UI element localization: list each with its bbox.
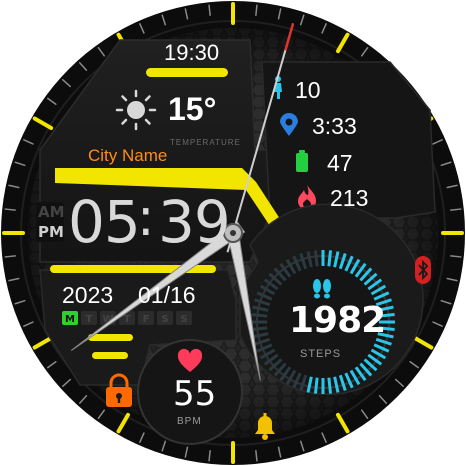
bezel-minor-tick <box>208 450 211 462</box>
clock-minutes: 39 <box>158 188 231 256</box>
calories-value: 213 <box>330 185 369 211</box>
weekday-slot: F <box>138 311 154 325</box>
pm-label: PM <box>38 223 64 241</box>
bezel-minor-tick <box>4 208 16 211</box>
clock-separator: : <box>137 188 155 248</box>
date-month-day: 01/16 <box>138 282 196 308</box>
heart-rate-value: 55 <box>173 374 217 414</box>
steps-value: 1982 <box>289 300 386 341</box>
hand-pivot-center <box>230 230 236 236</box>
time-small: 19:30 <box>164 40 220 65</box>
bezel-minor-tick <box>208 4 211 16</box>
weekday-strip: MTWTFSS <box>62 311 192 325</box>
weekday-slot: T <box>81 311 97 325</box>
location-value: 3:33 <box>312 113 357 139</box>
steps-ring-segment <box>251 326 268 332</box>
accent-bar-top <box>146 68 228 77</box>
bezel-minor-tick <box>255 450 258 462</box>
weekday-slot: M <box>62 311 78 325</box>
battery-value: 47 <box>327 150 353 176</box>
heart-rate-label: BPM <box>177 416 202 427</box>
bezel-minor-tick <box>255 4 258 16</box>
temperature-value: 15° <box>168 91 217 127</box>
weekday-letter: S <box>161 314 168 325</box>
bluetooth-icon[interactable] <box>415 256 431 284</box>
steps-ring-segment <box>251 312 268 318</box>
bezel-minor-tick <box>4 255 16 258</box>
temperature-label: TEMPERATURE <box>170 138 241 147</box>
steps-small-value: 10 <box>295 77 321 103</box>
weekday-letter: M <box>65 314 75 325</box>
battery-icon <box>296 150 308 172</box>
steps-ring-segment <box>327 250 333 267</box>
bezel-minor-tick <box>450 255 462 258</box>
weekday-slot: S <box>157 311 173 325</box>
weekday-letter: S <box>180 314 187 325</box>
steps-ring-segment <box>313 377 319 394</box>
am-label: AM <box>38 203 65 221</box>
weekday-letter: F <box>143 314 150 325</box>
clock-hours: 05 <box>68 188 141 256</box>
date-year: 2023 <box>62 282 114 308</box>
steps-ring-segment <box>327 377 333 394</box>
weekday-slot: S <box>176 311 192 325</box>
accent-bar-small-2 <box>92 352 128 359</box>
weekday-letter: T <box>86 314 93 325</box>
sun-icon <box>115 89 157 131</box>
weekday-letter: T <box>124 314 131 325</box>
steps-label: STEPS <box>300 348 342 360</box>
bezel-minor-tick <box>450 208 462 211</box>
city-name: City Name <box>88 146 168 165</box>
steps-ring-segment <box>313 250 319 267</box>
